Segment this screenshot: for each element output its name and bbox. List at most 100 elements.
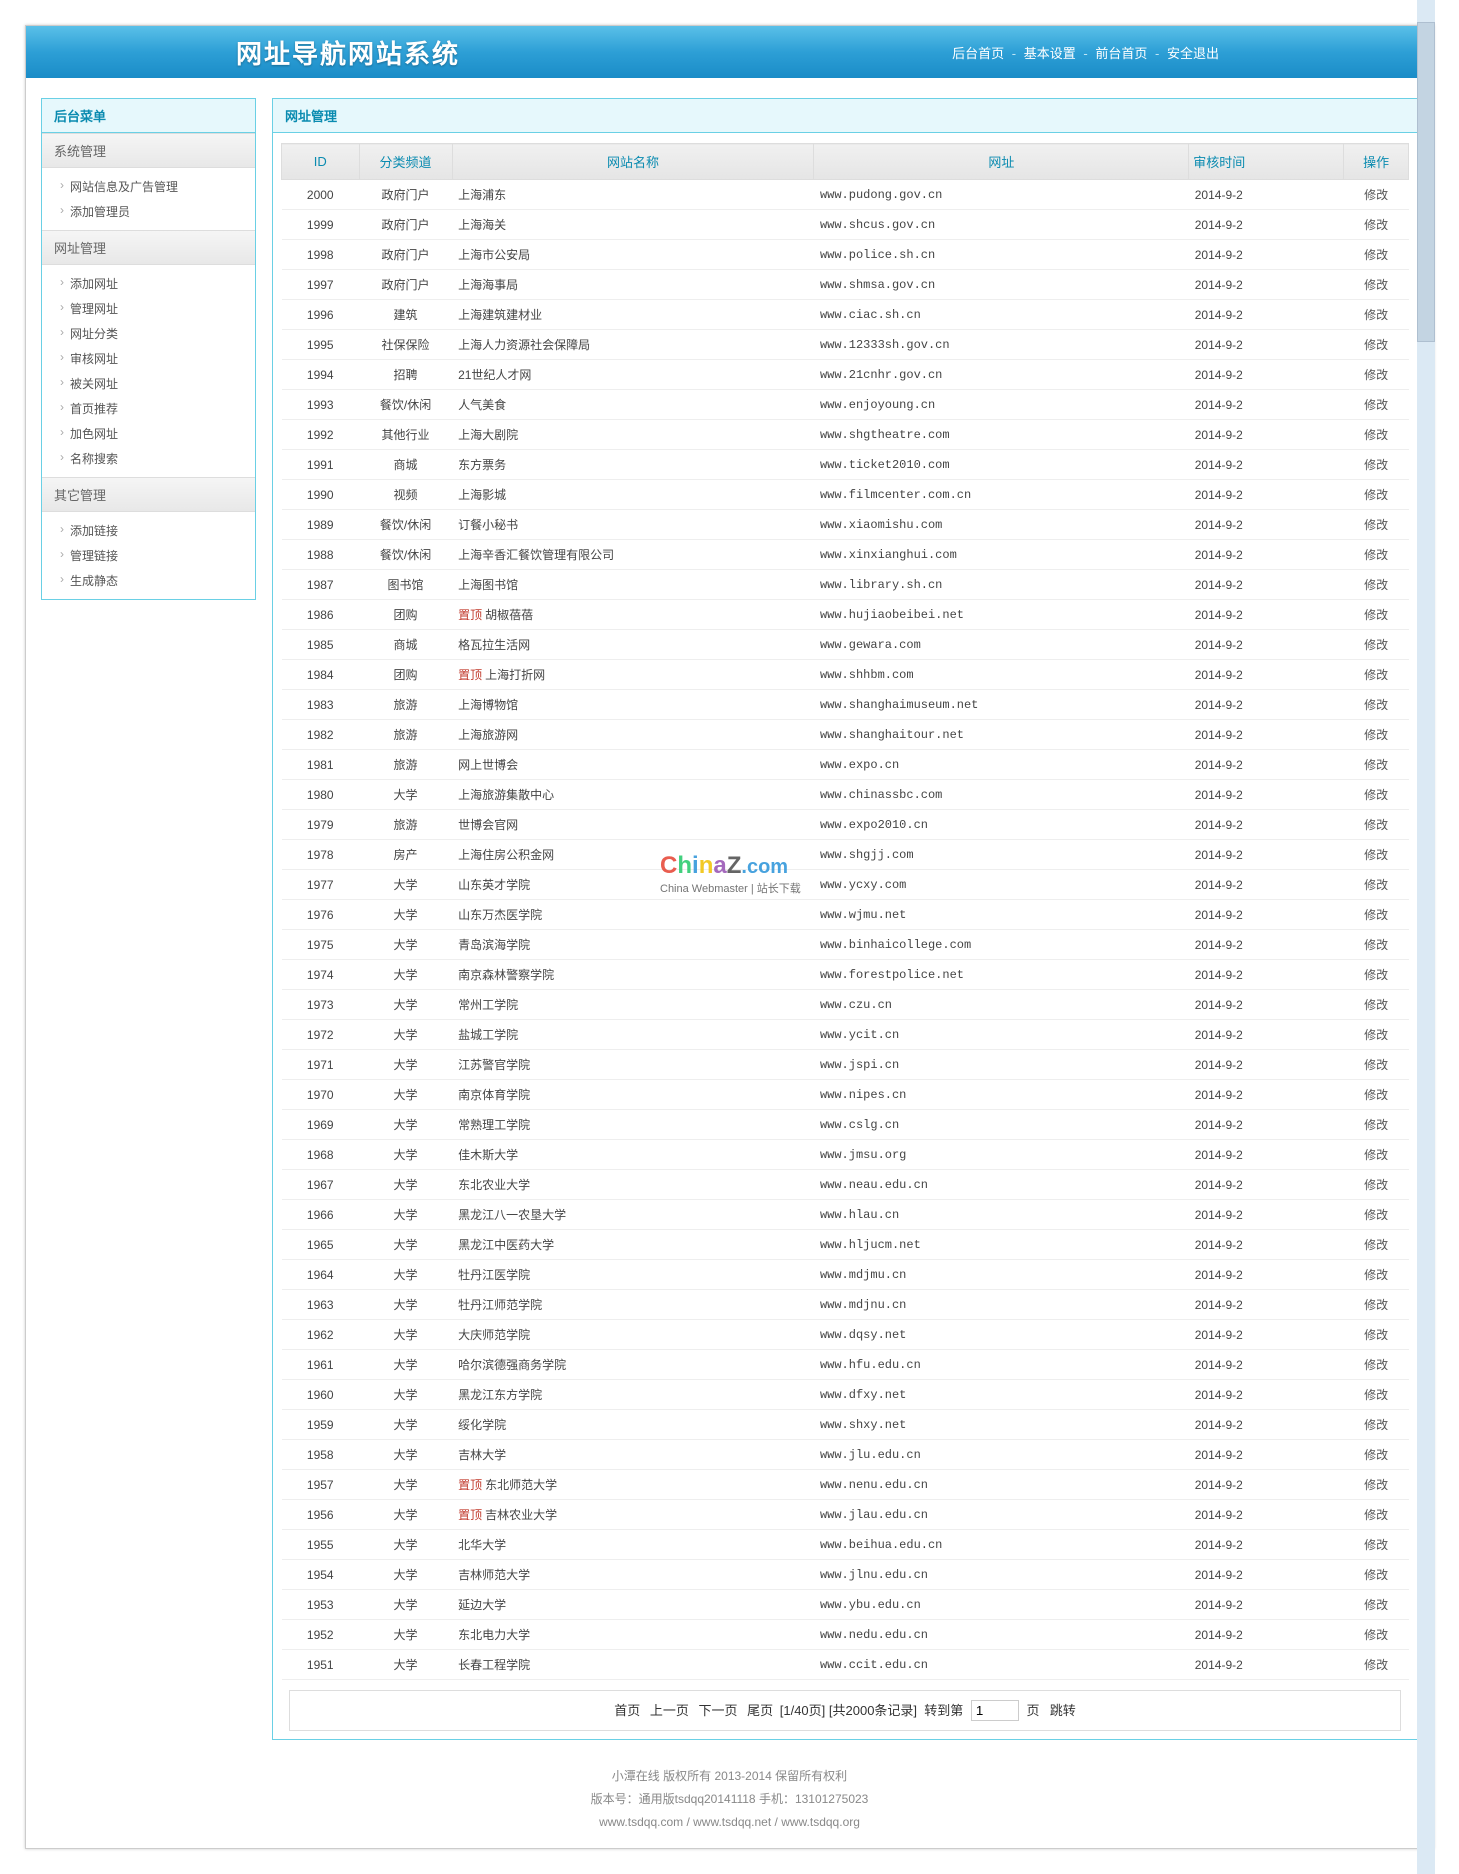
edit-link[interactable]: 修改: [1364, 1628, 1388, 1642]
sidebar-link[interactable]: 被关网址: [70, 377, 118, 391]
edit-link[interactable]: 修改: [1364, 548, 1388, 562]
edit-link[interactable]: 修改: [1364, 428, 1388, 442]
edit-link[interactable]: 修改: [1364, 1328, 1388, 1342]
edit-link[interactable]: 修改: [1364, 728, 1388, 742]
footer-link-1[interactable]: www.tsdqq.com: [599, 1815, 683, 1829]
edit-link[interactable]: 修改: [1364, 1538, 1388, 1552]
edit-link[interactable]: 修改: [1364, 248, 1388, 262]
edit-link[interactable]: 修改: [1364, 1268, 1388, 1282]
edit-link[interactable]: 修改: [1364, 338, 1388, 352]
edit-link[interactable]: 修改: [1364, 218, 1388, 232]
sidebar-item[interactable]: 被关网址: [42, 371, 255, 396]
cell-date: 2014-9-2: [1189, 1530, 1344, 1560]
top-tag: 置顶: [458, 668, 482, 682]
sidebar-item[interactable]: 管理网址: [42, 296, 255, 321]
nav-settings[interactable]: 基本设置: [1024, 46, 1076, 61]
edit-link[interactable]: 修改: [1364, 1058, 1388, 1072]
edit-link[interactable]: 修改: [1364, 368, 1388, 382]
sidebar-item[interactable]: 首页推荐: [42, 396, 255, 421]
sidebar-item[interactable]: 生成静态: [42, 568, 255, 593]
sidebar-item[interactable]: 添加管理员: [42, 199, 255, 224]
nav-front[interactable]: 前台首页: [1095, 46, 1147, 61]
footer-link-2[interactable]: www.tsdqq.net: [693, 1815, 771, 1829]
sidebar-link[interactable]: 管理链接: [70, 549, 118, 563]
sidebar-item[interactable]: 添加网址: [42, 271, 255, 296]
sidebar-item[interactable]: 添加链接: [42, 518, 255, 543]
edit-link[interactable]: 修改: [1364, 1388, 1388, 1402]
edit-link[interactable]: 修改: [1364, 1568, 1388, 1582]
cell-name: 上海图书馆: [452, 570, 814, 600]
cell-name: 常州工学院: [452, 990, 814, 1020]
scrollbar-thumb[interactable]: [1417, 22, 1435, 342]
cell-date: 2014-9-2: [1189, 1470, 1344, 1500]
edit-link[interactable]: 修改: [1364, 818, 1388, 832]
sidebar-link[interactable]: 添加链接: [70, 524, 118, 538]
edit-link[interactable]: 修改: [1364, 878, 1388, 892]
edit-link[interactable]: 修改: [1364, 1658, 1388, 1672]
sidebar-item[interactable]: 加色网址: [42, 421, 255, 446]
sidebar-link[interactable]: 网站信息及广告管理: [70, 180, 178, 194]
edit-link[interactable]: 修改: [1364, 1508, 1388, 1522]
edit-link[interactable]: 修改: [1364, 518, 1388, 532]
edit-link[interactable]: 修改: [1364, 1238, 1388, 1252]
cell-op: 修改: [1344, 1140, 1409, 1170]
edit-link[interactable]: 修改: [1364, 188, 1388, 202]
cell-cat: 视频: [359, 480, 452, 510]
edit-link[interactable]: 修改: [1364, 1598, 1388, 1612]
cell-date: 2014-9-2: [1189, 1590, 1344, 1620]
edit-link[interactable]: 修改: [1364, 278, 1388, 292]
sidebar-item[interactable]: 网址分类: [42, 321, 255, 346]
sidebar-item[interactable]: 名称搜索: [42, 446, 255, 471]
sidebar-link[interactable]: 名称搜索: [70, 452, 118, 466]
edit-link[interactable]: 修改: [1364, 1208, 1388, 1222]
cell-name: 置顶胡椒蓓蓓: [452, 600, 814, 630]
edit-link[interactable]: 修改: [1364, 1298, 1388, 1312]
edit-link[interactable]: 修改: [1364, 908, 1388, 922]
cell-date: 2014-9-2: [1189, 1380, 1344, 1410]
edit-link[interactable]: 修改: [1364, 1088, 1388, 1102]
nav-logout[interactable]: 安全退出: [1167, 46, 1219, 61]
edit-link[interactable]: 修改: [1364, 1028, 1388, 1042]
edit-link[interactable]: 修改: [1364, 638, 1388, 652]
cell-date: 2014-9-2: [1189, 1620, 1344, 1650]
table-row: 1953大学延边大学www.ybu.edu.cn2014-9-2修改: [282, 1590, 1409, 1620]
edit-link[interactable]: 修改: [1364, 458, 1388, 472]
edit-link[interactable]: 修改: [1364, 608, 1388, 622]
edit-link[interactable]: 修改: [1364, 788, 1388, 802]
table-row: 1983旅游上海博物馆www.shanghaimuseum.net2014-9-…: [282, 690, 1409, 720]
edit-link[interactable]: 修改: [1364, 668, 1388, 682]
edit-link[interactable]: 修改: [1364, 488, 1388, 502]
edit-link[interactable]: 修改: [1364, 398, 1388, 412]
sidebar-item[interactable]: 网站信息及广告管理: [42, 174, 255, 199]
sidebar-link[interactable]: 生成静态: [70, 574, 118, 588]
edit-link[interactable]: 修改: [1364, 968, 1388, 982]
edit-link[interactable]: 修改: [1364, 578, 1388, 592]
cell-id: 1978: [282, 840, 360, 870]
edit-link[interactable]: 修改: [1364, 1148, 1388, 1162]
edit-link[interactable]: 修改: [1364, 308, 1388, 322]
edit-link[interactable]: 修改: [1364, 758, 1388, 772]
sidebar-item[interactable]: 审核网址: [42, 346, 255, 371]
edit-link[interactable]: 修改: [1364, 1178, 1388, 1192]
edit-link[interactable]: 修改: [1364, 938, 1388, 952]
sidebar-link[interactable]: 添加管理员: [70, 205, 130, 219]
edit-link[interactable]: 修改: [1364, 1448, 1388, 1462]
cell-name: 佳木斯大学: [452, 1140, 814, 1170]
sidebar-link[interactable]: 网址分类: [70, 327, 118, 341]
edit-link[interactable]: 修改: [1364, 998, 1388, 1012]
footer-link-3[interactable]: www.tsdqq.org: [781, 1815, 860, 1829]
edit-link[interactable]: 修改: [1364, 698, 1388, 712]
edit-link[interactable]: 修改: [1364, 848, 1388, 862]
sidebar-link[interactable]: 管理网址: [70, 302, 118, 316]
sidebar-link[interactable]: 首页推荐: [70, 402, 118, 416]
sidebar-link[interactable]: 加色网址: [70, 427, 118, 441]
sidebar-link[interactable]: 添加网址: [70, 277, 118, 291]
edit-link[interactable]: 修改: [1364, 1118, 1388, 1132]
nav-home[interactable]: 后台首页: [952, 46, 1004, 61]
edit-link[interactable]: 修改: [1364, 1478, 1388, 1492]
edit-link[interactable]: 修改: [1364, 1418, 1388, 1432]
sidebar-link[interactable]: 审核网址: [70, 352, 118, 366]
edit-link[interactable]: 修改: [1364, 1358, 1388, 1372]
cell-name: 南京体育学院: [452, 1080, 814, 1110]
sidebar-item[interactable]: 管理链接: [42, 543, 255, 568]
